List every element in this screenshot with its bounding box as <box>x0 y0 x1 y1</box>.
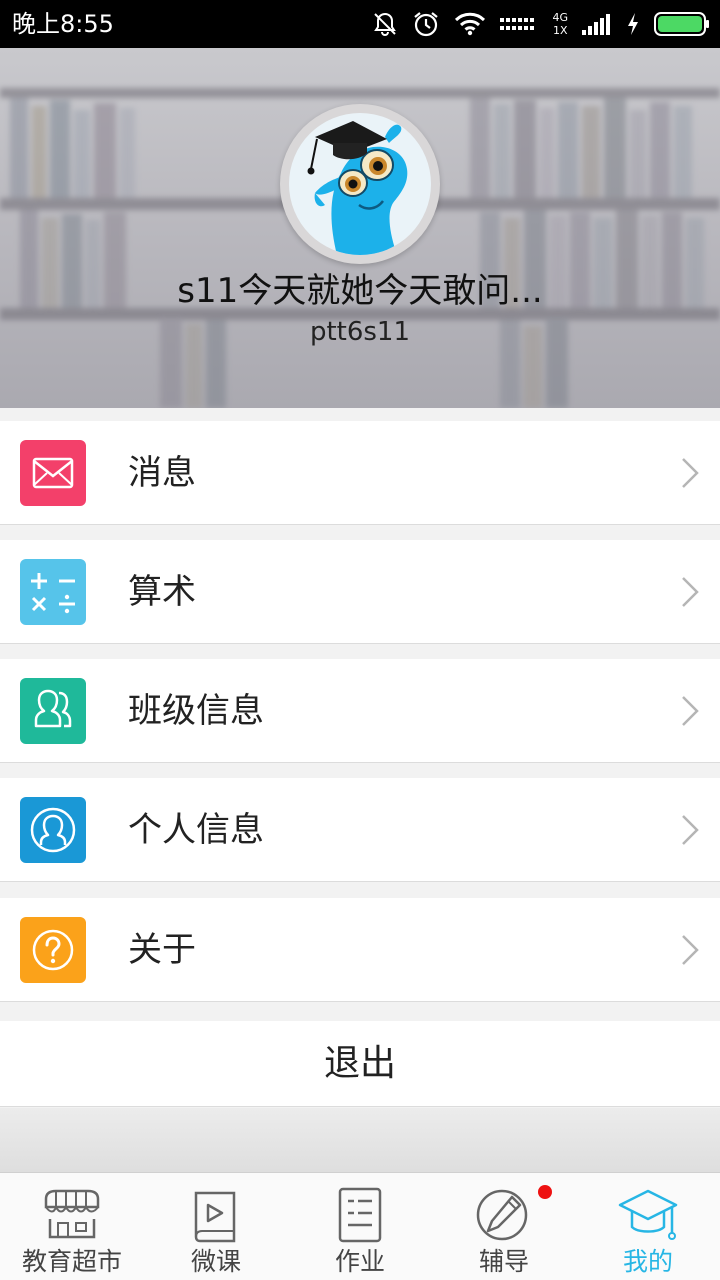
notification-badge <box>538 1185 552 1199</box>
menu-label-arithmetic: 算术 <box>128 572 196 612</box>
chevron-right-icon <box>682 696 699 726</box>
profile-name: s11今天就她今天敢问... <box>177 271 543 311</box>
tab-label: 微课 <box>190 1247 241 1276</box>
status-icons: 4G 1X <box>372 8 710 40</box>
wifi-icon <box>455 12 486 36</box>
mute-icon <box>374 12 397 36</box>
tab-label: 我的 <box>622 1247 673 1276</box>
menu-item-messages[interactable]: 消息 <box>0 421 720 525</box>
alarm-icon <box>414 12 439 37</box>
menu-label-messages: 消息 <box>128 453 196 493</box>
logout-label: 退出 <box>323 1043 396 1084</box>
graduation-cap-icon <box>618 1189 678 1240</box>
avatar-image <box>289 113 431 255</box>
menu-label-about: 关于 <box>128 930 196 970</box>
profile-user-id: ptt6s11 <box>309 317 411 347</box>
status-bar: 晚上8:55 4G 1X <box>0 0 720 48</box>
menu-label-class-info: 班级信息 <box>128 691 264 731</box>
tab-homework[interactable]: 作业 <box>288 1173 432 1280</box>
menu-item-arithmetic[interactable]: 算术 <box>0 540 720 644</box>
group-icon <box>20 678 86 744</box>
logout-button[interactable]: 退出 <box>0 1021 720 1107</box>
chevron-right-icon <box>682 815 699 845</box>
tab-label: 教育超市 <box>21 1247 122 1276</box>
chevron-right-icon <box>682 577 699 607</box>
menu-item-about[interactable]: 关于 <box>0 898 720 1002</box>
mascot-avatar-icon <box>307 121 408 255</box>
person-icon <box>20 797 86 863</box>
pencil-icon <box>476 1189 528 1241</box>
store-icon <box>44 1189 100 1239</box>
signal-icon <box>582 14 610 35</box>
menu-item-class-info[interactable]: 班级信息 <box>0 659 720 763</box>
battery-icon <box>654 12 709 36</box>
video-book-icon <box>194 1191 236 1243</box>
spacer <box>0 1108 720 1172</box>
network-bottom-label: 1X <box>552 24 568 37</box>
chevron-right-icon <box>682 458 699 488</box>
menu-item-personal-info[interactable]: 个人信息 <box>0 778 720 882</box>
tab-micro-course[interactable]: 微课 <box>144 1173 288 1280</box>
tab-label: 辅导 <box>478 1247 529 1276</box>
tab-label: 作业 <box>334 1247 385 1276</box>
profile-header: s11今天就她今天敢问... ptt6s11 <box>0 48 720 408</box>
arithmetic-icon <box>20 559 86 625</box>
envelope-icon <box>20 440 86 506</box>
bottom-tab-bar: 教育超市 微课 作业 辅导 我的 <box>0 1172 720 1280</box>
tab-mine[interactable]: 我的 <box>576 1173 720 1280</box>
menu-label-personal-info: 个人信息 <box>128 810 264 850</box>
status-time: 晚上8:55 <box>12 10 114 38</box>
charging-icon <box>628 13 638 35</box>
question-icon <box>20 917 86 983</box>
tab-education-store[interactable]: 教育超市 <box>0 1173 144 1280</box>
network-top-label: 4G <box>552 11 568 24</box>
signal-dots-icon <box>500 18 535 30</box>
avatar[interactable] <box>280 104 440 264</box>
document-icon <box>338 1187 382 1243</box>
chevron-right-icon <box>682 935 699 965</box>
tab-tutoring[interactable]: 辅导 <box>432 1173 576 1280</box>
network-type: 4G 1X <box>552 12 568 36</box>
